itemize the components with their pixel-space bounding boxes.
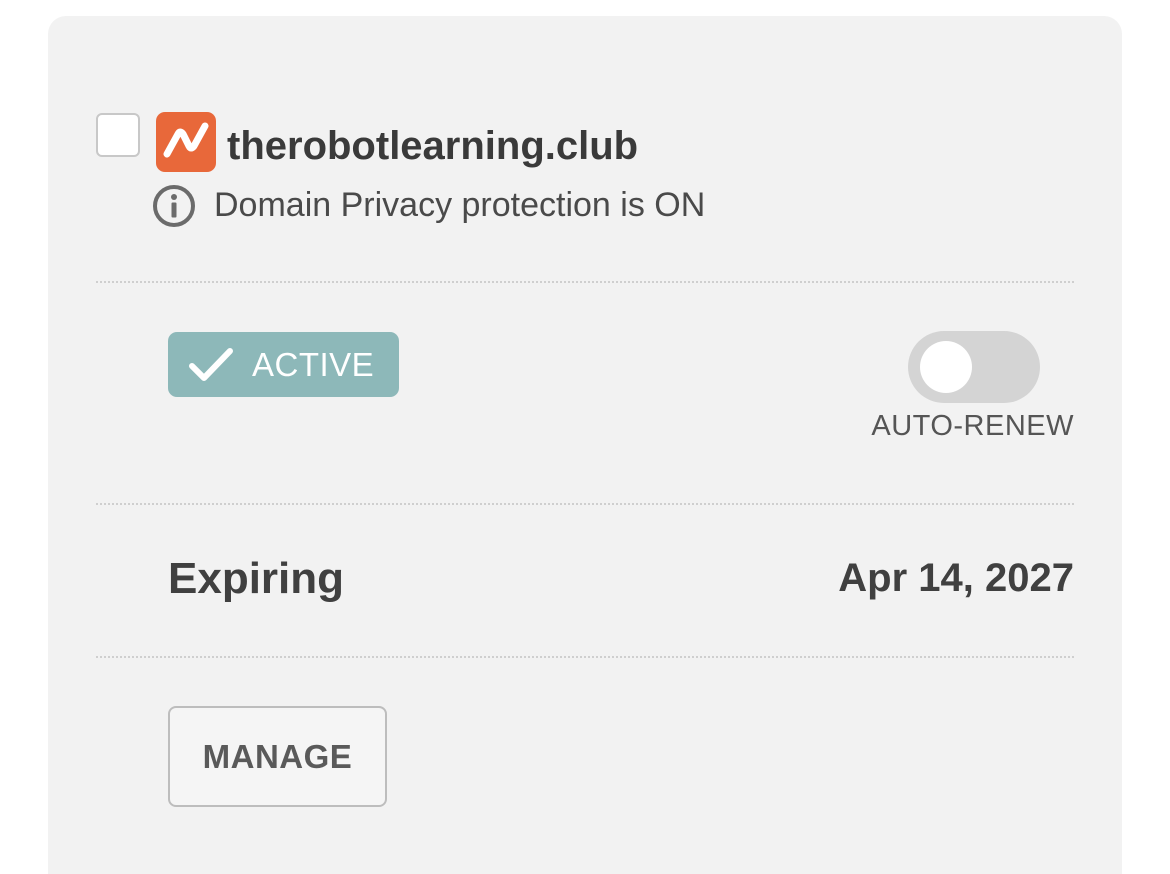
domain-name[interactable]: therobotlearning.club bbox=[227, 118, 638, 174]
toggle-knob bbox=[920, 341, 972, 393]
divider bbox=[96, 656, 1074, 658]
divider bbox=[96, 503, 1074, 505]
privacy-status-text: Domain Privacy protection is ON bbox=[214, 186, 706, 224]
info-icon bbox=[151, 183, 197, 229]
manage-button[interactable]: MANAGE bbox=[168, 706, 387, 807]
status-badge: ACTIVE bbox=[168, 332, 399, 397]
divider bbox=[96, 281, 1074, 283]
select-domain-checkbox[interactable] bbox=[96, 113, 140, 157]
checkmark-icon bbox=[188, 346, 234, 384]
auto-renew-label: AUTO-RENEW bbox=[871, 410, 1074, 442]
expiring-label: Expiring bbox=[168, 554, 345, 603]
namecheap-logo-icon bbox=[156, 112, 216, 172]
status-label: ACTIVE bbox=[252, 346, 375, 383]
auto-renew-toggle[interactable] bbox=[908, 331, 1040, 403]
expiring-date: Apr 14, 2027 bbox=[838, 556, 1074, 600]
